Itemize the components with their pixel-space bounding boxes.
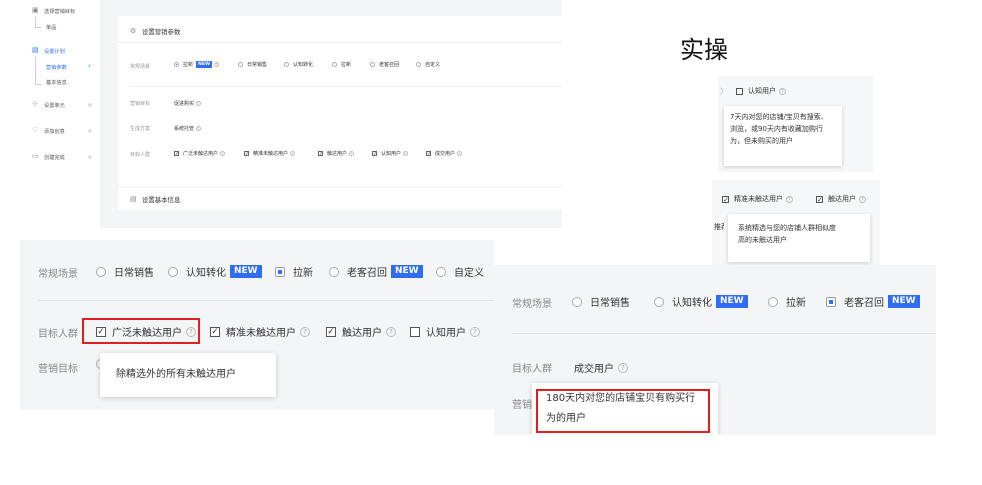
step-setup-unit[interactable]: 设置单元 (44, 102, 65, 109)
audience-reached-checkbox[interactable]: ✓ 触达用户? (816, 194, 866, 204)
scene-option-cognitive[interactable]: 认知转化 (284, 61, 313, 68)
step-add-creative[interactable]: 添加创意 (44, 128, 65, 135)
goal-label: 营销目标 (38, 364, 78, 375)
audience-precise-checkbox[interactable]: ✓ 精准未触达用户? (722, 194, 793, 204)
goal-value: 促进购买? (174, 101, 202, 107)
audience-purchased-checkbox[interactable]: ✓ 成交用户? (426, 150, 463, 157)
highlight-box (82, 318, 200, 344)
chevron-right-icon: › (88, 62, 91, 70)
scene-option-cognitive[interactable]: 认知转化 NEW (654, 294, 748, 309)
retention-audience-crop: 常规场景 日常销售 认知转化 NEW 拉新 老客召回 NEW 目标人群 成交用户? … (494, 265, 936, 435)
divider (118, 42, 562, 43)
section-title: 设置基本信息 (142, 196, 181, 204)
precise-tooltip: 系统精选与您的店铺人群相似度 高的未触达用户 (728, 214, 870, 262)
cognitive-tooltip: 7天内对您的店铺/宝贝有搜索、 浏览，或90天内有收藏加购行 为，但未购买的用户 (724, 106, 842, 166)
step-basic-info[interactable]: 基本信息 (46, 79, 67, 86)
audience-reached-checkbox[interactable]: ✓ 触达用户? (318, 150, 355, 157)
campaign-setup-screenshot: ▣ 选择营销目标 单品 ▤ 设置计划 营销参数 › 基本信息 ⊹ 设置单元 ♡ … (20, 0, 562, 228)
audience-cognitive-checkbox[interactable]: 认知用户? (736, 86, 786, 96)
tree-line (35, 17, 41, 28)
divider (512, 333, 936, 334)
cognitive-tooltip-crop: 〉 认知用户? 7天内对您的店铺/宝贝有搜索、 浏览，或90天内有收藏加购行 为… (718, 76, 873, 172)
document-icon: ▤ (130, 195, 137, 203)
section-title: 设置营销参数 (142, 28, 181, 36)
scene-option-retention[interactable]: 老客召回 NEW (329, 264, 423, 279)
marketing-params-card: ⚙ 设置营销参数 常规场景 拉新 NEW? 日常销售 认知转化 拉新 老客召回 自… (118, 16, 562, 186)
step-setup-plan[interactable]: 设置计划 (44, 48, 65, 55)
audience-label: 目标人群 (130, 152, 151, 158)
step-status-dot (88, 129, 92, 133)
audience-cognitive-checkbox[interactable]: 认知用户? (410, 324, 480, 339)
divider (130, 86, 562, 87)
audience-label: 目标人群 (512, 364, 552, 375)
basic-info-card: ▤ 设置基本信息 (118, 188, 562, 210)
creative-icon: ♡ (32, 126, 39, 134)
scene-option-pull-new[interactable]: 拉新 NEW? (174, 61, 220, 68)
scene-option-daily[interactable]: 日常销售 (572, 294, 630, 309)
broad-tooltip: 除精选外的所有未触达用户 (100, 353, 276, 397)
scene-label: 常规场景 (130, 64, 151, 70)
overlay-title: 实操 (680, 36, 728, 64)
audience-precise-checkbox[interactable]: ✓ 精准未触达用户? (210, 324, 310, 339)
divider (38, 300, 494, 301)
audience-broad-checkbox[interactable]: ✓ 广泛未触达用户? (174, 150, 226, 157)
highlight-box (536, 389, 710, 433)
scene-label: 常规场景 (38, 269, 78, 280)
scene-option-new[interactable]: 拉新 (275, 264, 313, 279)
step-select-goal[interactable]: 选择营销目标 (44, 8, 75, 15)
target-icon: ▣ (32, 6, 39, 14)
tree-line (35, 57, 41, 85)
step-status-dot (88, 103, 92, 107)
goal-label: 营销目标 (130, 101, 151, 107)
cropped-text: 推荐 (714, 223, 724, 231)
audience-label: 目标人群 (38, 329, 78, 340)
audience-purchased-value: 成交用户? (574, 360, 628, 375)
gear-icon: ⚙ (130, 27, 137, 35)
broad-audience-crop: 常规场景 日常销售 认知转化 NEW 拉新 老客召回 NEW 自定义 目标人群 ✓ 广… (20, 240, 494, 410)
scene-option-cognitive[interactable]: 认知转化 NEW (168, 264, 262, 279)
step-marketing-params[interactable]: 营销参数 (46, 64, 67, 71)
step-create-done[interactable]: 创建完成 (44, 154, 65, 161)
plan-label: 生成方案 (130, 126, 151, 132)
finish-icon: ▭ (32, 152, 39, 160)
goal-label: 营销 (512, 400, 532, 411)
scene-option-new[interactable]: 拉新 (332, 61, 351, 68)
audience-precise-checkbox[interactable]: ✓ 精准未触达用户? (244, 150, 296, 157)
step-select-goal-sub: 单品 (46, 25, 57, 31)
plan-icon: ▤ (32, 46, 39, 54)
scene-option-new[interactable]: 拉新 (768, 294, 806, 309)
scene-option-custom[interactable]: 自定义 (436, 264, 484, 279)
audience-reached-checkbox[interactable]: ✓ 触达用户? (326, 324, 396, 339)
plan-value: 系统托管? (174, 126, 202, 132)
chevron-right-icon: 〉 (720, 87, 728, 96)
scene-option-retention[interactable]: 老客召回 (370, 61, 399, 68)
scene-option-retention[interactable]: 老客召回 NEW (826, 294, 920, 309)
step-status-dot (88, 155, 92, 159)
audience-cognitive-checkbox[interactable]: ✓ 认知用户? (372, 150, 409, 157)
precise-tooltip-crop: ✓精准未触达用户? ✓触达用户? 推荐 系统精选与您的店铺人群相似度 高的未触达… (712, 180, 880, 268)
scene-option-daily[interactable]: 日常销售 (96, 264, 154, 279)
scene-label: 常规场景 (512, 299, 552, 310)
scene-option-custom[interactable]: 自定义 (416, 61, 440, 68)
step-sidebar: ▣ 选择营销目标 单品 ▤ 设置计划 营销参数 › 基本信息 ⊹ 设置单元 ♡ … (20, 0, 100, 228)
scene-option-daily[interactable]: 日常销售 (238, 61, 267, 68)
unit-icon: ⊹ (32, 100, 38, 108)
